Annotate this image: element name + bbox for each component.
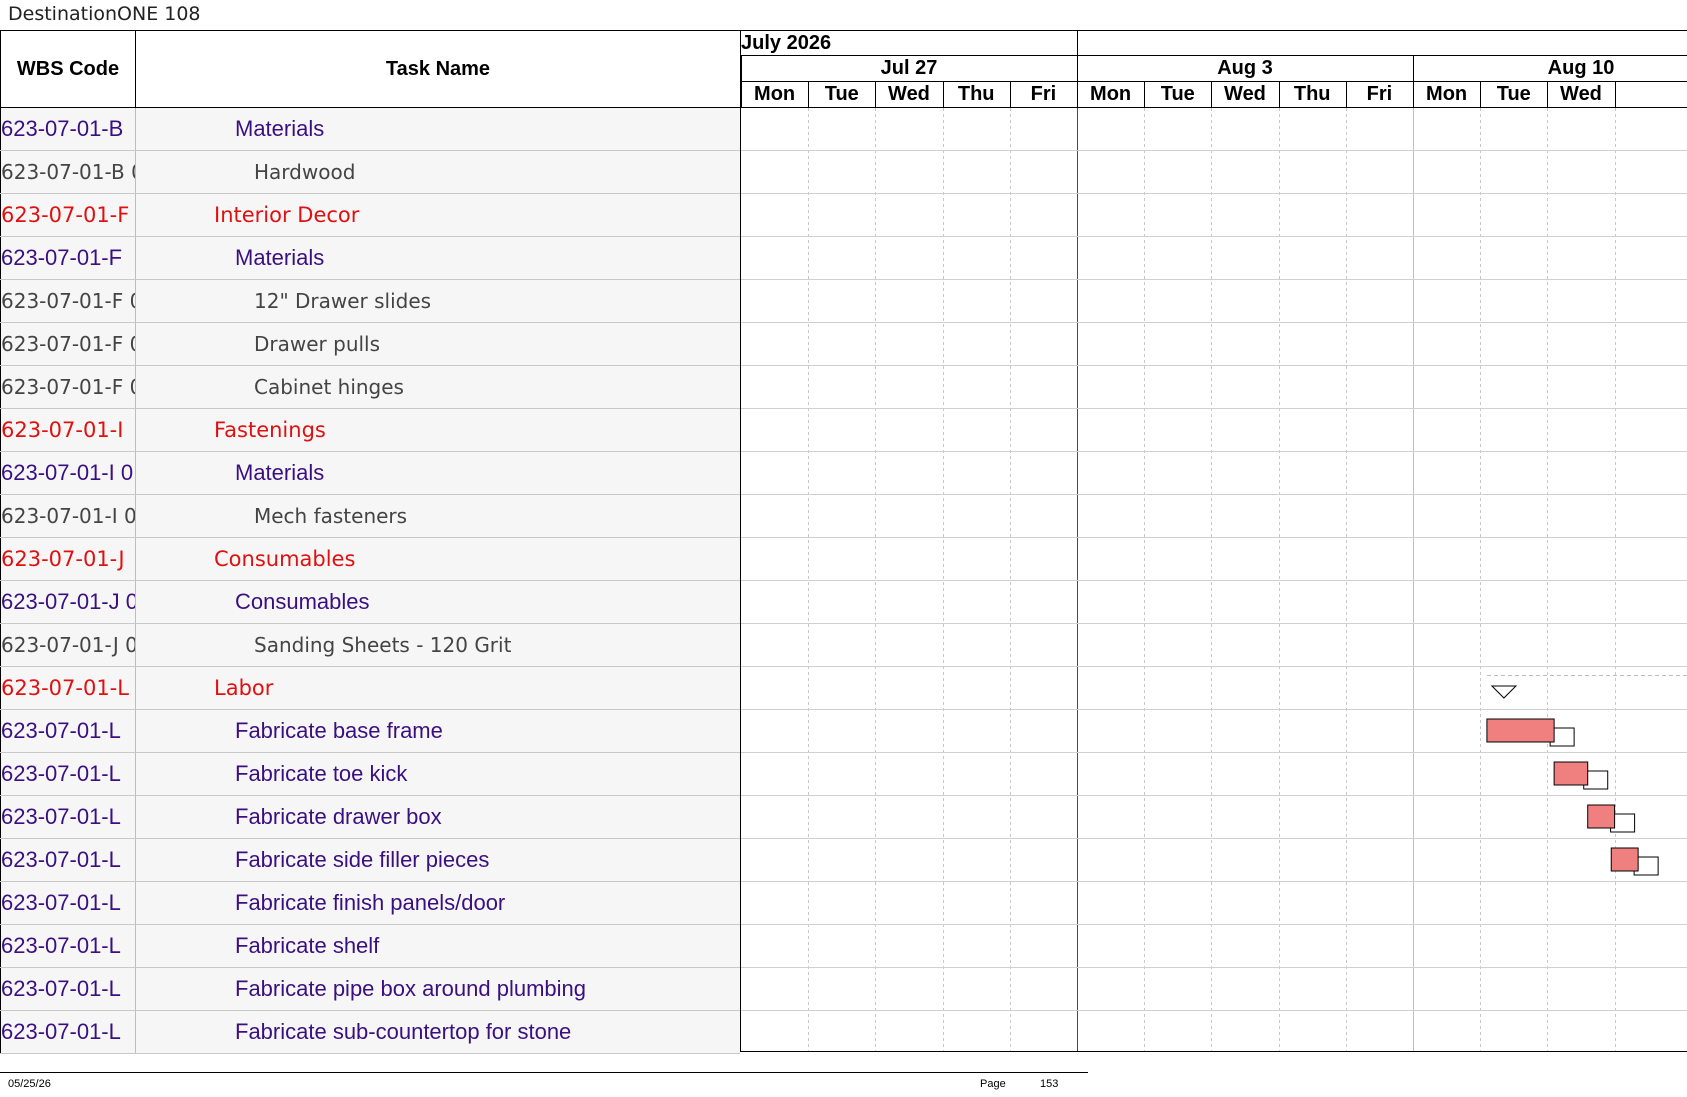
wbs-code-cell: 623-07-01-F	[0, 194, 136, 236]
wbs-code-cell: 623-07-01-J 0	[0, 581, 136, 623]
task-name-cell: Fastenings	[214, 418, 326, 442]
task-name-cell: Interior Decor	[214, 203, 360, 227]
task-name-cell: Mech fasteners	[254, 504, 408, 528]
task-name-cell: Fabricate toe kick	[235, 761, 408, 786]
table-row[interactable]: 623-07-01-F 0 12" Drawer slides	[0, 280, 740, 323]
wbs-code-cell: 623-07-01-L	[0, 796, 136, 838]
task-name-cell: Fabricate drawer box	[235, 804, 442, 829]
wbs-code-cell: 623-07-01-I 0	[0, 452, 136, 494]
wbs-code-cell: 623-07-01-B	[0, 108, 136, 150]
footer-page-number: 153	[1040, 1078, 1059, 1090]
task-name-cell: Fabricate finish panels/door	[235, 890, 506, 915]
wbs-code-cell: 623-07-01-L	[0, 753, 136, 795]
task-name-cell: Fabricate sub-countertop for stone	[235, 1019, 572, 1044]
task-name-cell: Hardwood	[254, 160, 356, 184]
wbs-code-cell: 623-07-01-L	[0, 925, 136, 967]
task-name-cell: Labor	[214, 676, 274, 700]
table-row[interactable]: 623-07-01-B 0 Hardwood	[0, 151, 740, 194]
table-row[interactable]: 623-07-01-J 0 Consumables	[0, 581, 740, 624]
table-row[interactable]: 623-07-01-L Fabricate base frame	[0, 710, 740, 753]
footer-date: 05/25/26	[8, 1078, 51, 1090]
table-row[interactable]: 623-07-01-L Fabricate toe kick	[0, 753, 740, 796]
table-row[interactable]: 623-07-01-I Fastenings	[0, 409, 740, 452]
task-name-cell: Fabricate side filler pieces	[235, 847, 490, 872]
wbs-code-cell: 623-07-01-L	[0, 710, 136, 752]
table-row[interactable]: 623-07-01-L Fabricate shelf	[0, 925, 740, 968]
table-row[interactable]: 623-07-01-L Fabricate drawer box	[0, 796, 740, 839]
wbs-code-cell: 623-07-01-F	[0, 237, 136, 279]
document-title: DestinationONE 108	[8, 3, 201, 25]
task-bar	[1486, 718, 1555, 743]
wbs-code-cell: 623-07-01-L	[0, 1011, 136, 1053]
table-row[interactable]: 623-07-01-F Materials	[0, 237, 740, 280]
task-name-cell: Materials	[235, 245, 325, 270]
task-name-cell: Consumables	[235, 589, 370, 614]
wbs-code-cell: 623-07-01-B 0	[0, 151, 136, 193]
task-name-cell: Cabinet hinges	[254, 375, 404, 399]
task-name-cell: Materials	[235, 460, 325, 485]
task-name-cell: Fabricate shelf	[235, 933, 380, 958]
wbs-code-cell: 623-07-01-F 0	[0, 366, 136, 408]
gantt-grid	[741, 31, 1687, 1051]
wbs-code-cell: 623-07-01-J	[0, 538, 136, 580]
wbs-code-cell: 623-07-01-I 01	[0, 495, 136, 537]
table-row[interactable]: 623-07-01-J Consumables	[0, 538, 740, 581]
task-name-cell: Fabricate base frame	[235, 718, 443, 743]
task-table: WBS Code Task Name 623-07-01-B Materials 6…	[0, 30, 741, 1054]
footer-page-label: Page	[980, 1078, 1006, 1090]
task-name-cell: Fabricate pipe box around plumbing	[235, 976, 587, 1001]
task-name-cell: Consumables	[214, 547, 356, 571]
footer-divider	[0, 1072, 1088, 1073]
task-name-cell: Materials	[235, 116, 325, 141]
wbs-code-cell: 623-07-01-L	[0, 839, 136, 881]
table-row[interactable]: 623-07-01-L Fabricate side filler pieces	[0, 839, 740, 882]
table-row[interactable]: 623-07-01-I 0 Materials	[0, 452, 740, 495]
task-bar	[1587, 804, 1616, 829]
task-name-cell: Drawer pulls	[254, 332, 381, 356]
table-row[interactable]: 623-07-01-L Labor	[0, 667, 740, 710]
wbs-code-cell: 623-07-01-J 01	[0, 624, 136, 666]
task-bar	[1610, 847, 1639, 872]
task-name-cell: Sanding Sheets - 120 Grit	[254, 633, 512, 657]
table-row[interactable]: 623-07-01-J 01 Sanding Sheets - 120 Grit	[0, 624, 740, 667]
table-row[interactable]: 623-07-01-F Interior Decor	[0, 194, 740, 237]
table-row[interactable]: 623-07-01-L Fabricate finish panels/door	[0, 882, 740, 925]
table-row[interactable]: 623-07-01-L Fabricate sub-countertop for …	[0, 1011, 740, 1054]
task-name-cell: 12" Drawer slides	[254, 289, 432, 313]
table-row[interactable]: 623-07-01-B Materials	[0, 108, 740, 151]
wbs-code-cell: 623-07-01-L	[0, 968, 136, 1010]
summary-marker	[1490, 685, 1518, 699]
wbs-code-cell: 623-07-01-F 0	[0, 280, 136, 322]
table-row[interactable]: 623-07-01-F 0 Drawer pulls	[0, 323, 740, 366]
wbs-code-cell: 623-07-01-L	[0, 667, 136, 709]
wbs-code-cell: 623-07-01-I	[0, 409, 136, 451]
gantt-chart: July 2026 Jul 27 Aug 3 Aug 10 Mon Tue Wed Thu F…	[741, 30, 1687, 1052]
table-row[interactable]: 623-07-01-F 0 Cabinet hinges	[0, 366, 740, 409]
wbs-code-cell: 623-07-01-L	[0, 882, 136, 924]
task-name-column-header[interactable]: Task Name	[136, 31, 740, 107]
wbs-code-cell: 623-07-01-F 0	[0, 323, 136, 365]
task-bar	[1553, 761, 1589, 786]
task-table-header: WBS Code Task Name	[0, 31, 740, 108]
table-row[interactable]: 623-07-01-I 01 Mech fasteners	[0, 495, 740, 538]
table-row[interactable]: 623-07-01-L Fabricate pipe box around plu…	[0, 968, 740, 1011]
wbs-code-column-header[interactable]: WBS Code	[0, 31, 136, 107]
